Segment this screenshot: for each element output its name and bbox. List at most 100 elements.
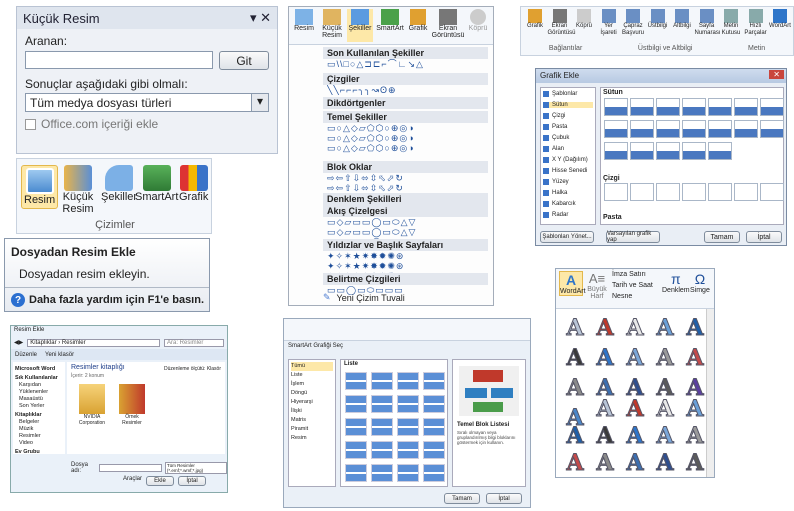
smartart-ok-button[interactable]: Tamam xyxy=(444,493,480,504)
nav-item[interactable]: Belgeler xyxy=(15,419,63,426)
chart-thumbnail[interactable] xyxy=(760,183,784,201)
chart-thumbnail[interactable] xyxy=(604,142,628,160)
back-icon[interactable]: ◀▶ xyxy=(14,339,23,346)
organize-button[interactable]: Düzenle xyxy=(15,352,37,358)
wordart-style[interactable]: A xyxy=(620,421,650,451)
smartart-layout-thumb[interactable] xyxy=(423,372,445,390)
shape-glyph-row[interactable]: ╲╲⌐⌐⌐╮╮↝ʘ⊕ xyxy=(327,85,487,95)
nav-item[interactable]: Sık Kullanılanlar xyxy=(15,375,63,382)
picture-button[interactable]: Resim xyxy=(21,165,59,209)
chart-category-item[interactable]: Radar xyxy=(543,212,593,218)
smartart-layout-thumb[interactable] xyxy=(371,395,393,413)
chart-category-item[interactable]: Hisse Senedi xyxy=(543,168,593,174)
smartart-layout-thumb[interactable] xyxy=(423,418,445,436)
chart-thumbnail[interactable] xyxy=(682,183,706,201)
chart-category-item[interactable]: Halka xyxy=(543,190,593,196)
chart-thumbnail[interactable] xyxy=(708,98,732,116)
wordart-style[interactable]: A xyxy=(620,448,650,478)
chart-thumbnail[interactable] xyxy=(760,98,784,116)
chart-category-item[interactable]: Çizgi xyxy=(543,113,593,119)
smartart-layout-thumb[interactable] xyxy=(397,395,419,413)
wordart-style[interactable]: A xyxy=(560,343,590,373)
ribbon-button[interactable]: Grafik xyxy=(523,9,547,30)
new-folder-button[interactable]: Yeni klasör xyxy=(45,352,74,358)
tools-button[interactable]: Araçlar xyxy=(123,476,142,486)
smartart-category[interactable]: Liste xyxy=(291,371,333,380)
folder-item[interactable]: NVIDIA Corporation xyxy=(77,384,107,426)
smartart-layout-thumb[interactable] xyxy=(423,464,445,482)
chart-thumbnail[interactable] xyxy=(656,98,680,116)
search-field[interactable]: Ara: Resimler xyxy=(164,338,224,347)
search-input[interactable] xyxy=(25,51,213,69)
chart-category-item[interactable]: Kabarcık xyxy=(543,201,593,207)
chart-thumbnail[interactable] xyxy=(734,120,758,138)
ribbon-button[interactable]: WordArt xyxy=(768,9,792,30)
nav-item[interactable]: Karşıdan Yüklenenler xyxy=(15,382,63,396)
ribbon-button[interactable]: Altbilgi xyxy=(670,9,694,30)
nav-item[interactable]: Kitaplıklar xyxy=(15,412,63,419)
wordart-style[interactable]: A xyxy=(650,421,680,451)
nav-item[interactable]: Ev Grubu xyxy=(15,449,63,456)
smartart-layout-thumb[interactable] xyxy=(371,418,393,436)
ribbon-button[interactable]: Ekran Görüntüsü xyxy=(548,9,576,37)
top-clip-button[interactable]: Küçük Resim xyxy=(319,9,345,42)
smartart-layout-thumb[interactable] xyxy=(423,395,445,413)
wordart-style[interactable]: A xyxy=(590,421,620,451)
smartart-category[interactable]: Resim xyxy=(291,434,333,443)
chart-thumbnail[interactable] xyxy=(708,120,732,138)
nav-item[interactable]: Müzik xyxy=(15,426,63,433)
chart-thumbnail[interactable] xyxy=(630,142,654,160)
equation-button[interactable]: π Denklem xyxy=(662,271,690,294)
wordart-style[interactable]: A xyxy=(620,394,650,424)
ribbon-button[interactable]: Hızlı Parçalar xyxy=(744,9,768,37)
nav-item[interactable]: Video xyxy=(15,440,63,447)
ok-button[interactable]: Tamam xyxy=(704,231,740,243)
chart-thumbnail[interactable] xyxy=(656,120,680,138)
checkbox-box[interactable] xyxy=(25,118,36,130)
top-picture-button[interactable]: Resim xyxy=(291,9,317,42)
smartart-cancel-button[interactable]: İptal xyxy=(486,493,522,504)
wordart-style[interactable]: A xyxy=(590,448,620,478)
arrange-by[interactable]: Düzenleme ölçütü: Klasör xyxy=(164,366,221,372)
signature-line-button[interactable]: İmza Satırı xyxy=(612,271,646,278)
ribbon-button[interactable]: Sayfa Numarası xyxy=(695,9,721,37)
chart-thumbnail[interactable] xyxy=(630,98,654,116)
chart-thumbnail[interactable] xyxy=(708,142,732,160)
smartart-layout-thumb[interactable] xyxy=(397,418,419,436)
smartart-layout-thumb[interactable] xyxy=(345,418,367,436)
chart-thumbnail[interactable] xyxy=(656,142,680,160)
wordart-button[interactable]: A WordArt xyxy=(559,271,586,296)
ribbon-button[interactable]: Çapraz Başvuru xyxy=(621,9,645,37)
wordart-style[interactable]: A xyxy=(560,421,590,451)
address-bar[interactable]: Kitaplıklar › Resimler xyxy=(27,338,160,347)
smartart-layout-thumb[interactable] xyxy=(345,395,367,413)
smartart-category[interactable]: Hiyerarşi xyxy=(291,398,333,407)
dropcap-button[interactable]: A≡ Büyük Harf xyxy=(586,271,608,300)
go-button[interactable]: Git xyxy=(219,51,269,70)
smartart-layout-thumb[interactable] xyxy=(371,441,393,459)
shape-glyph-row[interactable]: ▭○△◇▱⬠⬡○⊕◎◑ ▭○△◇▱⬠⬡○⊕◎◑ ▭○△◇▱⬠⬡○⊕◎◑ xyxy=(327,123,487,153)
close-icon[interactable]: ✕ xyxy=(769,70,784,79)
chart-thumbnail[interactable] xyxy=(604,183,628,201)
smartart-layout-thumb[interactable] xyxy=(397,464,419,482)
wordart-style[interactable]: A xyxy=(650,448,680,478)
smartart-layout-thumb[interactable] xyxy=(345,441,367,459)
wordart-style[interactable]: A xyxy=(560,313,590,343)
chart-thumbnail[interactable] xyxy=(734,98,758,116)
chart-category-item[interactable]: X Y (Dağılım) xyxy=(543,157,593,163)
chart-category-item[interactable]: Yüzey xyxy=(543,179,593,185)
smartart-layout-thumb[interactable] xyxy=(371,464,393,482)
smartart-category[interactable]: Döngü xyxy=(291,389,333,398)
wordart-style[interactable]: A xyxy=(650,343,680,373)
set-default-button[interactable]: Varsayılan grafik yap xyxy=(606,231,660,243)
manage-templates-button[interactable]: Şablonları Yönet... xyxy=(540,231,594,243)
chart-thumbnail[interactable] xyxy=(760,120,784,138)
top-screenshot-button[interactable]: Ekran Görüntüsü xyxy=(431,9,465,42)
file-type-select[interactable]: Tüm Resimler (*.emf;*.wmf;*.jpg) xyxy=(164,462,227,474)
top-smartart-button[interactable]: SmartArt xyxy=(375,9,405,42)
chart-category-item[interactable]: Çubuk xyxy=(543,135,593,141)
new-canvas-item[interactable]: ✎ Yeni Çizim Tuvali xyxy=(323,292,405,303)
folder-item[interactable]: Örnek Resimler xyxy=(117,384,147,426)
chevron-down-icon[interactable]: ▾ xyxy=(251,94,268,111)
smartart-button[interactable]: SmartArt xyxy=(135,165,178,203)
